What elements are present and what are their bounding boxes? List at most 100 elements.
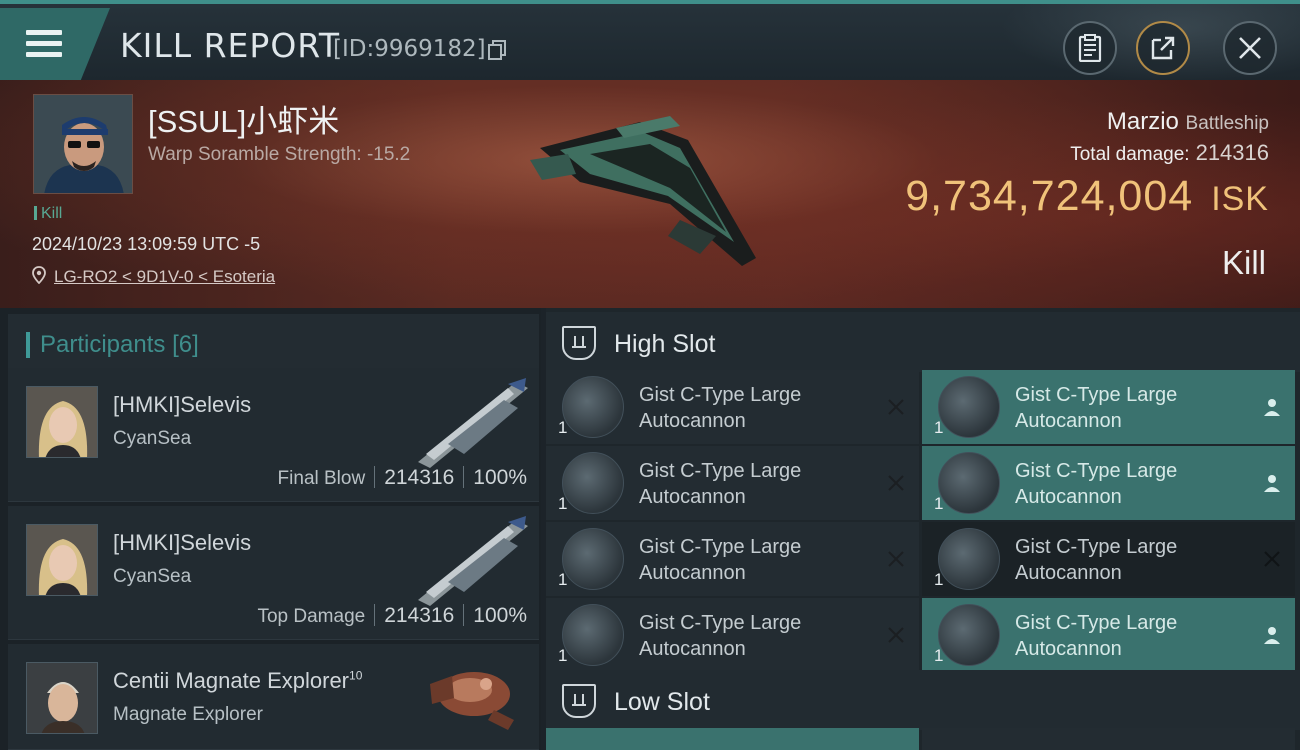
autocannon-icon: [938, 528, 1000, 590]
kill-timestamp: 2024/10/23 13:09:59 UTC -5: [32, 234, 261, 254]
fitting-panel: High Slot 1 Gist C-Type Large Autocannon …: [546, 308, 1300, 750]
warp-scramble-strength: Warp Soramble Strength: -15.2: [148, 144, 411, 165]
autocannon-icon: [562, 528, 624, 590]
menu-button[interactable]: [0, 8, 110, 84]
module-item[interactable]: 1 Gist C-Type Large Autocannon: [922, 370, 1295, 444]
participant-corp: CyanSea: [113, 566, 192, 587]
low-slot-label: Low Slot: [614, 688, 710, 716]
autocannon-icon: [938, 452, 1000, 514]
clipboard-icon: [1078, 34, 1102, 62]
isk-value: 9,734,724,004 ISK: [905, 172, 1269, 221]
share-button[interactable]: [1136, 21, 1190, 75]
victim-ship[interactable]: Marzio Battleship: [1107, 108, 1269, 136]
module-name: Gist C-Type Large Autocannon: [639, 536, 802, 584]
participant-damage: 214316: [384, 466, 455, 489]
close-icon: [1239, 37, 1261, 59]
participant-portrait: [27, 525, 97, 595]
low-slot-peek: [546, 728, 1300, 750]
kill-tag: Kill: [34, 205, 62, 223]
participant-card[interactable]: [HMKI]Selevis CyanSea Top Damage 214316 10…: [8, 506, 539, 640]
report-id: [ID:9969182]: [333, 36, 486, 62]
ship-class: Battleship: [1185, 113, 1269, 134]
module-qty: 1: [934, 646, 944, 665]
destroyed-icon: [888, 551, 904, 567]
participant-damage: 214316: [384, 604, 455, 627]
participant-name[interactable]: Centii Magnate Explorer10: [113, 668, 362, 694]
victim-avatar[interactable]: [33, 94, 133, 194]
participant-corp: Magnate Explorer: [113, 704, 263, 725]
copy-icon[interactable]: [488, 40, 506, 60]
participant-role: Top Damage: [257, 606, 366, 627]
participant-name-text: Centii Magnate Explorer: [113, 668, 350, 693]
destroyed-icon: [888, 475, 904, 491]
victim-banner: [SSUL]小虾米 Warp Soramble Strength: -15.2 …: [0, 80, 1300, 308]
high-slot-header: High Slot: [546, 312, 1300, 372]
total-damage-value: 214316: [1195, 140, 1269, 165]
module-qty: 1: [934, 418, 944, 437]
low-slot-icon: [562, 684, 596, 718]
victim-ship-render: [530, 116, 756, 266]
module-qty: 1: [558, 418, 568, 437]
module-name: Gist C-Type Large Autocannon: [639, 384, 802, 432]
participant-portrait: [27, 387, 97, 457]
participant-avatar[interactable]: [26, 386, 98, 458]
page-title: KILL REPORT: [120, 26, 340, 65]
participant-percent: 100%: [473, 466, 527, 489]
module-item[interactable]: 1 Gist C-Type Large Autocannon: [546, 370, 919, 444]
pilot-portrait: [34, 95, 132, 193]
autocannon-icon: [938, 376, 1000, 438]
share-icon: [1151, 36, 1175, 60]
participant-corp: CyanSea: [113, 428, 192, 449]
autocannon-icon: [562, 376, 624, 438]
module-name: Gist C-Type Large Autocannon: [639, 612, 802, 660]
module-name: Gist C-Type Large Autocannon: [1015, 612, 1178, 660]
isk-amount: 9,734,724,004: [905, 172, 1194, 220]
victim-name[interactable]: [SSUL]小虾米: [148, 96, 339, 141]
module-item[interactable]: 1 Gist C-Type Large Autocannon: [922, 522, 1295, 596]
module-qty: 1: [558, 570, 568, 589]
participant-ship-icon: [430, 672, 514, 730]
module-item[interactable]: 1 Gist C-Type Large Autocannon: [546, 446, 919, 520]
module-item[interactable]: 1 Gist C-Type Large Autocannon: [922, 598, 1295, 672]
participant-stats: Final Blow 214316 100%: [278, 466, 527, 490]
participants-panel: Participants [6] [HMKI]Selevis CyanSea F…: [0, 308, 541, 750]
top-bar: KILL REPORT [ID:9969182]: [0, 0, 1300, 84]
participant-card[interactable]: [HMKI]Selevis CyanSea Final Blow 214316 10…: [8, 368, 539, 502]
participant-percent: 100%: [473, 604, 527, 627]
participant-name[interactable]: [HMKI]Selevis: [113, 392, 251, 418]
participants-title: Participants [6]: [40, 331, 199, 359]
autocannon-icon: [562, 604, 624, 666]
participant-level: 10: [349, 668, 363, 683]
destroyed-icon: [888, 399, 904, 415]
participant-role: Final Blow: [277, 468, 366, 489]
total-damage-label: Total damage:: [1070, 144, 1190, 165]
participant-avatar[interactable]: [26, 524, 98, 596]
participant-ship-icon: [418, 516, 528, 606]
module-item[interactable]: 1 Gist C-Type Large Autocannon: [546, 522, 919, 596]
clipboard-button[interactable]: [1063, 21, 1117, 75]
module-item[interactable]: 1 Gist C-Type Large Autocannon: [922, 446, 1295, 520]
destroyed-icon: [1264, 551, 1280, 567]
module-qty: 1: [558, 646, 568, 665]
high-slot-icon: [562, 326, 596, 360]
total-damage: Total damage: 214316: [1070, 140, 1269, 166]
result-label: Kill: [1221, 244, 1266, 281]
module-item[interactable]: 1 Gist C-Type Large Autocannon: [546, 598, 919, 672]
module-name: Gist C-Type Large Autocannon: [1015, 384, 1178, 432]
low-slot-header: Low Slot: [546, 670, 1300, 730]
participant-name[interactable]: [HMKI]Selevis: [113, 530, 251, 556]
location-pin-icon: [32, 266, 46, 284]
location-link[interactable]: LG-RO2 < 9D1V-0 < Esoteria: [54, 267, 275, 287]
module-qty: 1: [558, 494, 568, 513]
dropped-person-icon: [1264, 399, 1280, 416]
participants-count: [6]: [172, 331, 199, 358]
autocannon-icon: [938, 604, 1000, 666]
module-name: Gist C-Type Large Autocannon: [1015, 536, 1178, 584]
participant-avatar[interactable]: [26, 662, 98, 734]
autocannon-icon: [562, 452, 624, 514]
accent-bar: [26, 332, 30, 358]
module-qty: 1: [934, 570, 944, 589]
participant-card[interactable]: Centii Magnate Explorer10 Magnate Explor…: [8, 644, 539, 750]
close-button[interactable]: [1223, 21, 1277, 75]
high-slot-label: High Slot: [614, 330, 716, 358]
